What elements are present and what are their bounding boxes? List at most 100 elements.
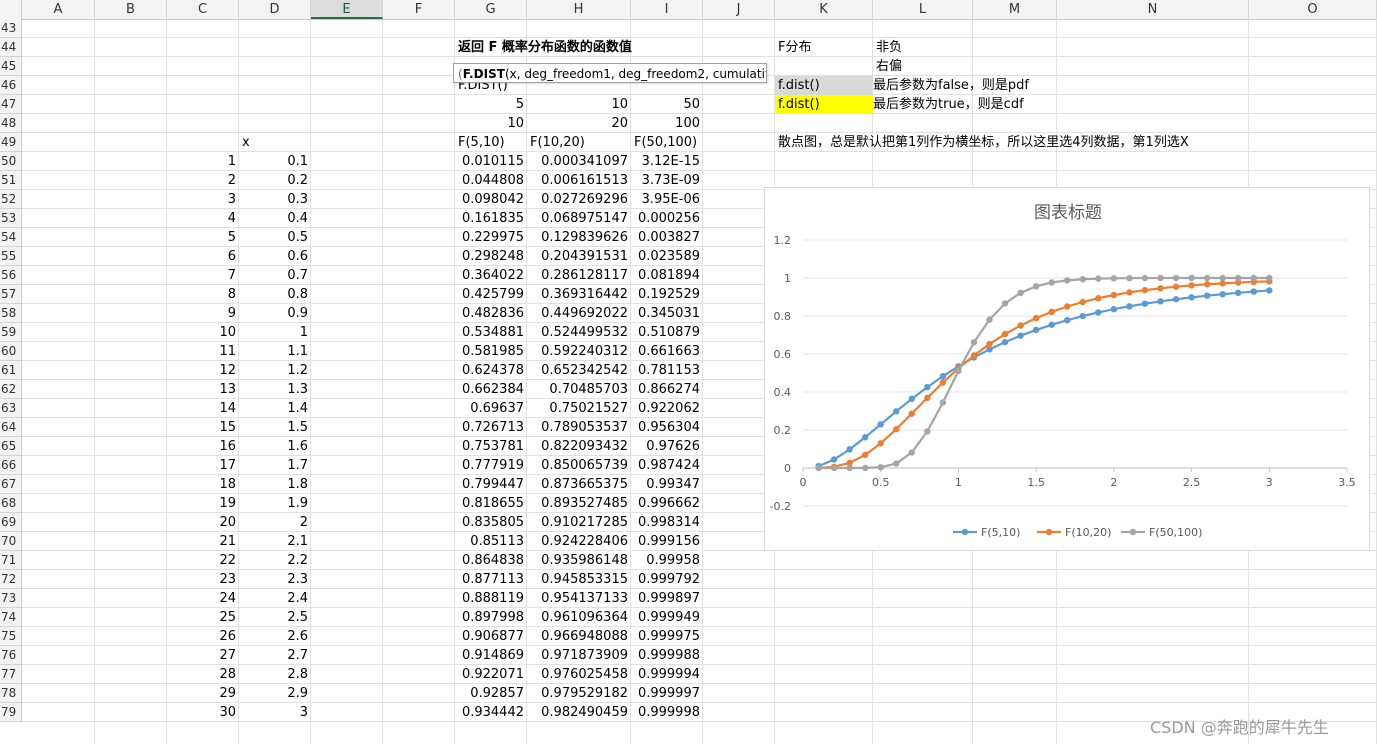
cell-df2[interactable]: 100 xyxy=(631,114,703,133)
table-cell-d[interactable]: 1.4 xyxy=(239,399,311,418)
column-header-h[interactable]: H xyxy=(527,0,631,19)
table-cell-i[interactable]: 0.781153 xyxy=(631,361,703,380)
cell-x-header[interactable]: x xyxy=(239,133,311,152)
row-header-69[interactable]: 69 xyxy=(0,513,22,532)
select-all-corner[interactable] xyxy=(0,0,22,19)
table-cell-i[interactable]: 0.996662 xyxy=(631,494,703,513)
row-header-76[interactable]: 76 xyxy=(0,646,22,665)
data-point-series-2[interactable] xyxy=(970,352,978,359)
data-point-series-3[interactable] xyxy=(861,464,869,472)
table-cell-d[interactable]: 1.2 xyxy=(239,361,311,380)
table-cell-g[interactable]: 0.92857 xyxy=(455,684,527,703)
row-header-54[interactable]: 54 xyxy=(0,228,22,247)
table-cell-d[interactable]: 3 xyxy=(239,703,311,722)
row-header-79[interactable]: 79 xyxy=(0,703,22,722)
table-cell-i[interactable]: 0.510879 xyxy=(631,323,703,342)
table-cell-g[interactable]: 0.161835 xyxy=(455,209,527,228)
data-point-series-2[interactable] xyxy=(1064,303,1071,310)
data-point-series-1[interactable] xyxy=(1250,288,1257,295)
table-cell-h[interactable]: 0.524499532 xyxy=(527,323,631,342)
table-cell-i[interactable]: 0.023589 xyxy=(631,247,703,266)
data-point-series-2[interactable] xyxy=(1001,330,1009,338)
table-cell-c[interactable]: 28 xyxy=(167,665,239,684)
table-cell-c[interactable]: 1 xyxy=(167,152,239,171)
row-header-78[interactable]: 78 xyxy=(0,684,22,703)
table-cell-h[interactable]: 0.945853315 xyxy=(527,570,631,589)
cell-title[interactable]: 返回 F 概率分布函数的函数值 xyxy=(455,38,703,57)
data-point-series-1[interactable] xyxy=(846,446,853,453)
row-header-77[interactable]: 77 xyxy=(0,665,22,684)
data-point-series-2[interactable] xyxy=(1017,322,1024,329)
table-cell-g[interactable]: 0.010115 xyxy=(455,152,527,171)
data-point-series-3[interactable] xyxy=(830,464,838,472)
table-cell-g[interactable]: 0.581985 xyxy=(455,342,527,361)
table-cell-d[interactable]: 0.2 xyxy=(239,171,311,190)
table-cell-i[interactable]: 0.661663 xyxy=(631,342,703,361)
row-header-67[interactable]: 67 xyxy=(0,475,22,494)
data-point-series-3[interactable] xyxy=(1079,276,1086,283)
table-cell-g[interactable]: 0.534881 xyxy=(455,323,527,342)
data-point-series-3[interactable] xyxy=(970,339,978,346)
table-cell-d[interactable]: 1.1 xyxy=(239,342,311,361)
table-cell-g[interactable]: 0.897998 xyxy=(455,608,527,627)
data-point-series-3[interactable] xyxy=(815,464,822,472)
data-point-series-2[interactable] xyxy=(1079,298,1086,306)
data-point-series-1[interactable] xyxy=(1032,326,1040,334)
table-cell-h[interactable]: 0.204391531 xyxy=(527,247,631,266)
table-cell-i[interactable]: 0.999998 xyxy=(631,703,703,722)
table-cell-g[interactable]: 0.934442 xyxy=(455,703,527,722)
data-point-series-3[interactable] xyxy=(877,464,884,471)
table-cell-i[interactable]: 0.866274 xyxy=(631,380,703,399)
table-cell-c[interactable]: 23 xyxy=(167,570,239,589)
table-cell-h[interactable]: 0.75021527 xyxy=(527,399,631,418)
table-cell-i[interactable]: 0.999975 xyxy=(631,627,703,646)
row-header-71[interactable]: 71 xyxy=(0,551,22,570)
table-cell-i[interactable]: 3.73E-09 xyxy=(631,171,703,190)
cell-df1[interactable]: 5 xyxy=(455,95,527,114)
data-point-series-2[interactable] xyxy=(861,451,869,459)
table-cell-d[interactable]: 2.2 xyxy=(239,551,311,570)
data-point-series-3[interactable] xyxy=(846,464,853,472)
row-header-62[interactable]: 62 xyxy=(0,380,22,399)
data-point-series-1[interactable] xyxy=(1235,289,1242,297)
data-point-series-3[interactable] xyxy=(1250,274,1257,282)
row-header-68[interactable]: 68 xyxy=(0,494,22,513)
table-cell-g[interactable]: 0.914869 xyxy=(455,646,527,665)
data-point-series-1[interactable] xyxy=(1064,316,1071,324)
table-cell-c[interactable]: 9 xyxy=(167,304,239,323)
table-cell-d[interactable]: 0.3 xyxy=(239,190,311,209)
table-cell-g[interactable]: 0.229975 xyxy=(455,228,527,247)
data-point-series-3[interactable] xyxy=(1157,274,1164,282)
data-point-series-2[interactable] xyxy=(939,379,947,386)
row-header-51[interactable]: 51 xyxy=(0,171,22,190)
table-cell-c[interactable]: 30 xyxy=(167,703,239,722)
data-point-series-1[interactable] xyxy=(1157,298,1164,305)
data-point-series-2[interactable] xyxy=(1095,295,1102,302)
table-cell-g[interactable]: 0.298248 xyxy=(455,247,527,266)
table-cell-g[interactable]: 0.726713 xyxy=(455,418,527,437)
cell-df2[interactable]: 20 xyxy=(527,114,631,133)
table-cell-d[interactable]: 2.4 xyxy=(239,589,311,608)
table-cell-g[interactable]: 0.425799 xyxy=(455,285,527,304)
table-cell-i[interactable]: 0.999792 xyxy=(631,570,703,589)
table-cell-i[interactable]: 0.987424 xyxy=(631,456,703,475)
table-cell-c[interactable]: 11 xyxy=(167,342,239,361)
cell-note-pdf[interactable]: f.dist() 最后参数为false，则是pdf xyxy=(775,76,1035,95)
data-point-series-3[interactable] xyxy=(893,460,900,467)
table-cell-d[interactable]: 1.6 xyxy=(239,437,311,456)
column-header-i[interactable]: I xyxy=(631,0,703,19)
table-cell-i[interactable]: 0.000256 xyxy=(631,209,703,228)
table-cell-g[interactable]: 0.864838 xyxy=(455,551,527,570)
cell-k44[interactable]: F分布 xyxy=(775,38,873,57)
table-cell-i[interactable]: 0.999988 xyxy=(631,646,703,665)
table-cell-d[interactable]: 0.6 xyxy=(239,247,311,266)
data-point-series-3[interactable] xyxy=(1064,277,1071,284)
data-point-series-1[interactable] xyxy=(1079,312,1086,320)
table-cell-i[interactable]: 0.345031 xyxy=(631,304,703,323)
data-point-series-3[interactable] xyxy=(1017,289,1024,297)
table-cell-h[interactable]: 0.068975147 xyxy=(527,209,631,228)
row-header-61[interactable]: 61 xyxy=(0,361,22,380)
table-cell-i[interactable]: 0.99347 xyxy=(631,475,703,494)
data-point-series-1[interactable] xyxy=(1219,290,1226,298)
row-header-45[interactable]: 45 xyxy=(0,57,22,76)
